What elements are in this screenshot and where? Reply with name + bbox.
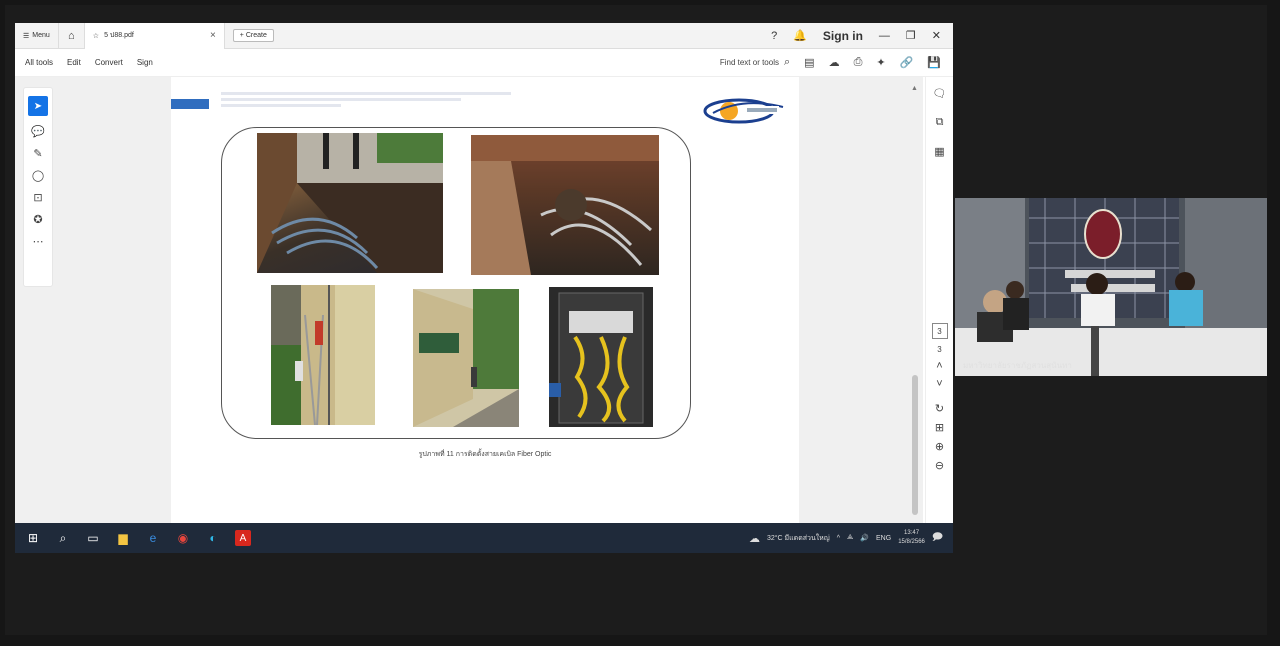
edge-icon[interactable]: ◐ [205,530,221,546]
minimize-icon[interactable]: — [879,30,890,42]
acrobat-icon[interactable]: A [235,530,251,546]
weather-text[interactable]: 32°C มีแดดส่วนใหญ่ [767,533,830,544]
title-bar: ☰ Menu ⌂ ☆ 5 ป88.pdf × + Create ? 🔔 Sign… [15,22,953,49]
ai-assistant-icon[interactable]: ✦ [876,56,885,69]
organization-logo [703,98,784,124]
find-placeholder: Find text or tools [719,58,779,67]
photo-walkway [413,289,519,427]
left-tool-panel: ➤ 💬 ✎ ◯ ⊡ ✪ ⋯ [23,87,53,287]
more-tools-icon[interactable]: ⋯ [33,235,44,248]
scroll-up-icon[interactable]: ▲ [911,85,918,92]
comments-panel-icon[interactable]: 🗨 [933,87,947,100]
bell-icon[interactable]: 🔔 [793,29,807,42]
document-area: รูปภาพที่ 11 การติดตั้งสายเคเบิล Fiber O… [15,77,923,523]
stamp-tool-icon[interactable]: ✪ [33,213,42,226]
comment-tool-icon[interactable]: 💬 [31,125,45,138]
right-tool-panel: 🗨 ⧉ ▦ 3 3 ˄ ˅ ↻ ⊞ ⊕ ⊖ [925,77,953,523]
pdf-viewer-window: ☰ Menu ⌂ ☆ 5 ป88.pdf × + Create ? 🔔 Sign… [15,22,953,523]
home-icon[interactable]: ⌂ [59,22,85,49]
find-tools[interactable]: Find text or tools ⌕ [720,56,790,69]
menu-convert[interactable]: Convert [95,58,123,67]
clock[interactable]: 13:47 15/8/2566 [898,529,925,547]
edge-legacy-icon[interactable]: e [145,530,161,546]
page-total: 3 [937,345,942,354]
rotate-icon[interactable]: ↻ [935,402,944,415]
zoom-in-icon[interactable]: ⊕ [935,440,944,453]
shape-tool-icon[interactable]: ◯ [32,169,44,182]
scrollbar-thumb[interactable] [912,375,918,515]
restore-icon[interactable]: ❐ [906,29,916,42]
previous-page-icon[interactable]: ˄ [936,360,942,372]
star-icon[interactable]: ☆ [93,32,99,40]
lang-indicator[interactable]: ENG [876,535,891,542]
tab-title: 5 ป88.pdf [104,32,134,39]
volume-icon[interactable]: 🔊 [860,534,869,542]
menu-sign[interactable]: Sign [137,58,153,67]
thumbnail-icon[interactable]: ▤ [804,56,814,69]
menu-edit[interactable]: Edit [67,58,81,67]
menu-button[interactable]: ☰ Menu [15,22,59,49]
link-icon[interactable]: 🔗 [900,56,914,69]
windows-start-icon[interactable]: ⊞ [25,530,41,546]
page-number-input[interactable]: 3 [931,323,948,339]
photo-cable-pit-2 [471,135,659,275]
screen: ☰ Menu ⌂ ☆ 5 ป88.pdf × + Create ? 🔔 Sign… [5,5,1267,635]
help-icon[interactable]: ? [771,30,777,42]
notification-icon[interactable]: 🗩 [932,530,943,547]
search-icon[interactable]: ⌕ [55,530,71,546]
page-fit-icon[interactable]: ⊞ [935,421,944,434]
network-icon[interactable]: ⟁ [847,534,853,542]
vertical-scrollbar[interactable]: ▲ [909,85,921,519]
header-accent-bar [171,99,209,109]
page-header-text [221,89,521,110]
weather-icon[interactable]: ☁ [749,532,760,545]
draw-tool-icon[interactable]: ✎ [33,147,42,160]
tab-document[interactable]: ☆ 5 ป88.pdf × [84,22,225,49]
photo-cable-wall [271,285,375,425]
close-window-icon[interactable]: ✕ [932,29,941,42]
video-caption: มหาวิทยาลัยราชภัฏสวนสุนันทา [963,361,1072,370]
save-icon[interactable]: 💾 [927,56,941,69]
bookmark-panel-icon[interactable]: ⧉ [936,116,944,129]
zoom-out-icon[interactable]: ⊖ [935,459,944,472]
chrome-icon[interactable]: ◉ [175,530,191,546]
print-icon[interactable]: ⎙ [854,56,863,69]
close-tab-icon[interactable]: × [210,30,216,41]
clock-time: 13:47 [904,530,920,536]
windows-taskbar: ⊞ ⌕ ▭ ▆ e ◉ ◐ A ☁ 32°C มีแดดส่วนใหญ่ ^ ⟁… [15,523,953,553]
photo-network-cabinet [549,287,653,427]
video-feed: มหาวิทยาลัยราชภัฏสวนสุนันทา [955,198,1267,376]
menu-all-tools[interactable]: All tools [25,58,53,67]
pdf-page: รูปภาพที่ 11 การติดตั้งสายเคเบิล Fiber O… [171,77,799,523]
video-scene [955,198,1267,376]
search-icon: ⌕ [783,56,791,68]
thumbnails-panel-icon[interactable]: ▦ [934,145,944,158]
clock-date: 15/8/2566 [898,539,925,545]
upload-cloud-icon[interactable]: ☁ [829,56,840,69]
sign-in-button[interactable]: Sign in [823,29,863,43]
main-toolbar: All tools Edit Convert Sign Find text or… [15,49,953,77]
select-tool-icon[interactable]: ➤ [28,96,48,116]
next-page-icon[interactable]: ˅ [936,378,942,390]
text-box-tool-icon[interactable]: ⊡ [33,191,42,204]
tray-chevron-icon[interactable]: ^ [837,535,840,542]
photo-cable-pit-1 [257,133,443,273]
figure-caption: รูปภาพที่ 11 การติดตั้งสายเคเบิล Fiber O… [418,451,552,458]
task-view-icon[interactable]: ▭ [85,530,101,546]
hamburger-icon: ☰ [23,32,30,40]
create-button[interactable]: + Create [232,29,274,42]
menu-label: Menu [32,32,50,39]
file-explorer-icon[interactable]: ▆ [115,530,131,546]
